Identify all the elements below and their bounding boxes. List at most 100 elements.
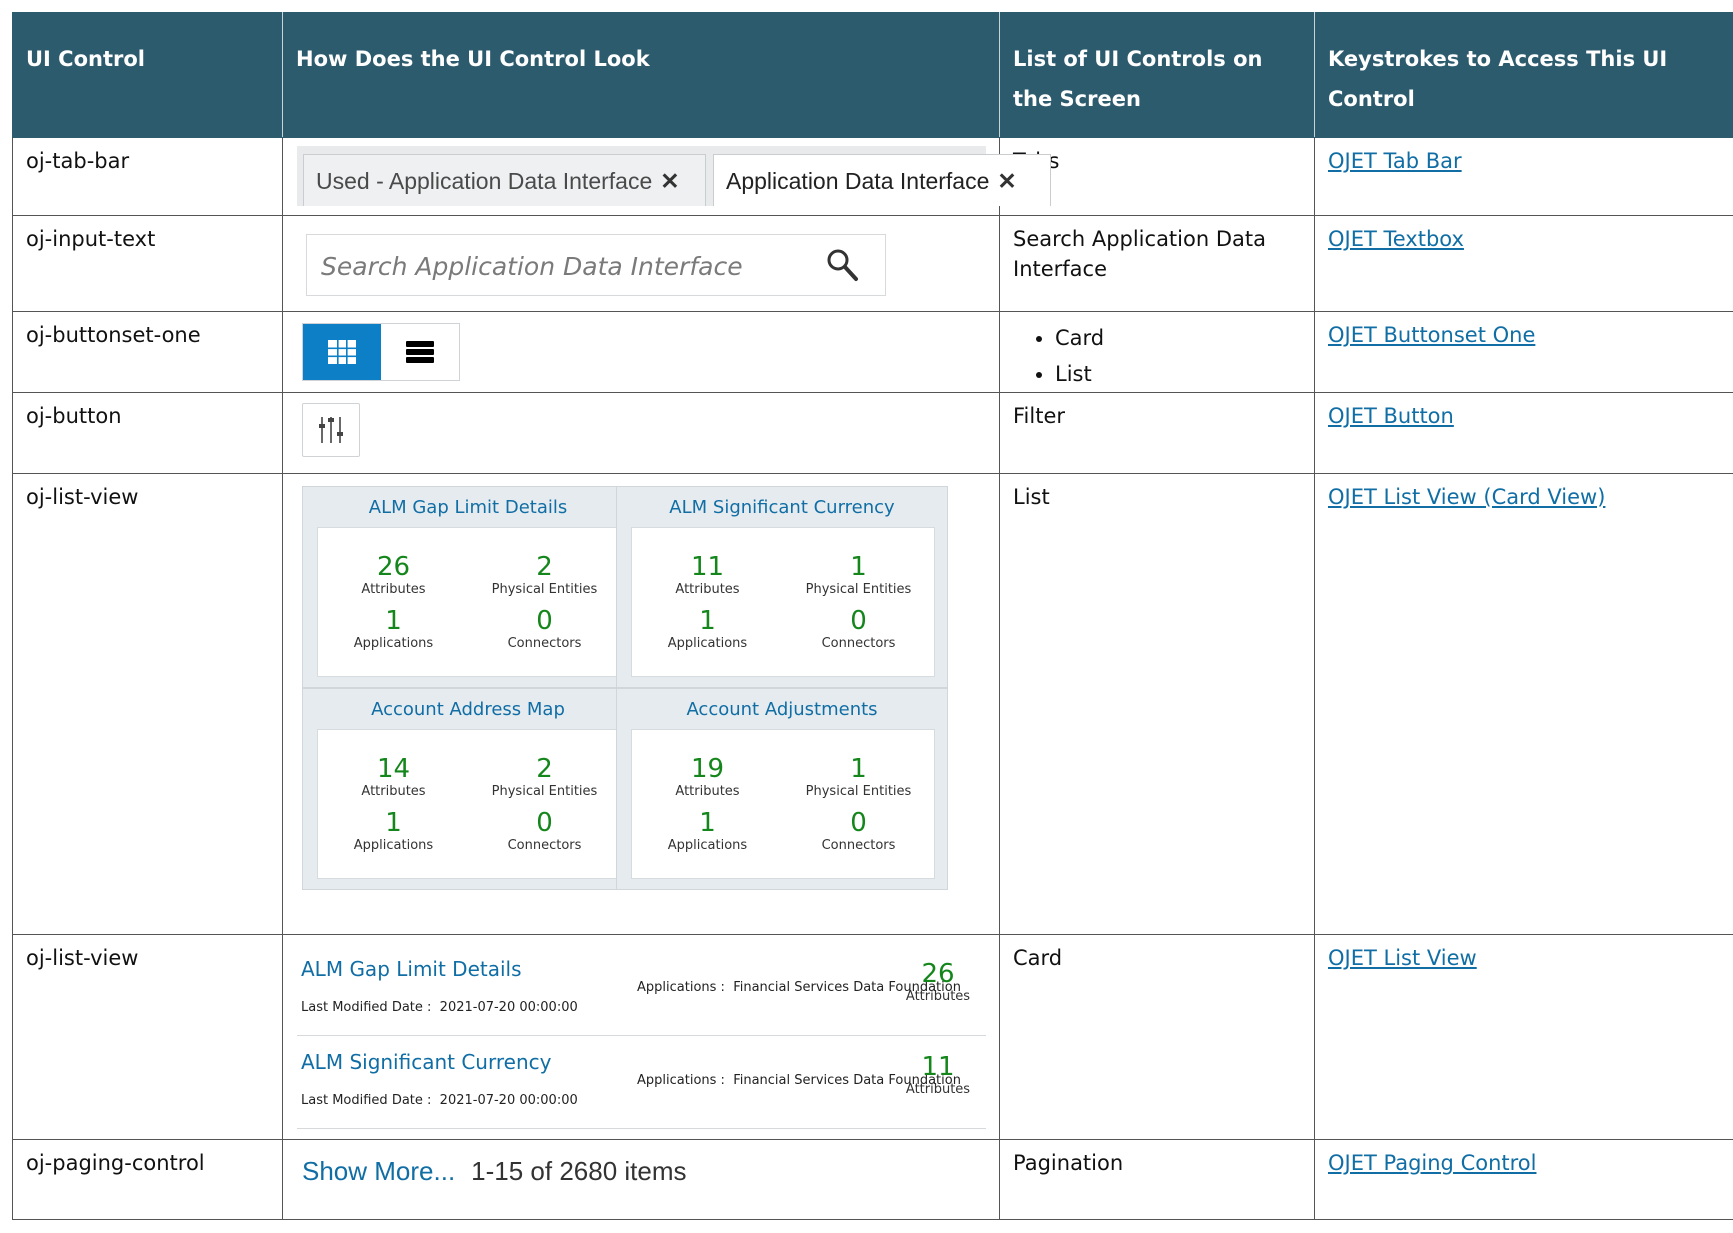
- link-ojet-list-view-card-view[interactable]: OJET List View (Card View): [1328, 485, 1605, 509]
- control-name: oj-list-view: [12, 934, 283, 1140]
- table-row: oj-list-view ALM Gap Limit Details Last …: [12, 934, 1733, 1140]
- look-cell: [282, 392, 1000, 474]
- card-stat-applications: 1 Applications: [667, 606, 748, 651]
- list-cell: Pagination: [999, 1139, 1315, 1220]
- card-stat-attributes: 14 Attributes: [361, 754, 426, 799]
- show-more-link[interactable]: Show More...: [302, 1156, 455, 1186]
- table-row: oj-button Filter OJET Button: [12, 392, 1733, 474]
- look-cell: [282, 215, 1000, 312]
- table-row: oj-list-view ALM Gap Limit Details 26 Attr…: [12, 473, 1733, 935]
- card-stat-applications: 1 Applications: [353, 808, 434, 853]
- card-view-button[interactable]: [303, 324, 381, 380]
- list-cell: Card: [999, 934, 1315, 1140]
- header-look: How Does the UI Control Look: [282, 12, 1000, 138]
- look-cell: [282, 311, 1000, 393]
- tab-label: Used - Application Data Interface: [316, 168, 653, 194]
- list-item: Card: [1055, 320, 1301, 356]
- card-stat-applications: 1 Applications: [353, 606, 434, 651]
- card-item[interactable]: ALM Significant Currency 11 Attributes 1 Phy…: [616, 486, 948, 688]
- card-title[interactable]: Account Adjustments: [617, 699, 947, 721]
- card-title[interactable]: Account Address Map: [303, 699, 633, 721]
- card-stat-connectors: 0 Connectors: [821, 606, 896, 651]
- control-name: oj-buttonset-one: [12, 311, 283, 393]
- buttonset: [302, 323, 460, 381]
- table-row: oj-buttonset-one • Card • List OJET Butt…: [12, 311, 1733, 393]
- card-item[interactable]: ALM Gap Limit Details 26 Attributes 2 Physic…: [302, 486, 634, 688]
- item-name[interactable]: ALM Gap Limit Details: [301, 957, 522, 981]
- card-stat-attributes: 26 Attributes: [361, 552, 426, 597]
- card-body: 14 Attributes 2 Physical Entities 1 Applicati…: [317, 729, 621, 879]
- look-cell: Used - Application Data Interface ✕ Appli…: [282, 137, 1051, 216]
- header-list: List of UI Controls on the Screen: [999, 12, 1315, 138]
- item-date: Last Modified Date : 2021-07-20 00:00:00: [301, 1000, 578, 1015]
- look-cell: Show More... 1-15 of 2680 items: [282, 1139, 1000, 1220]
- control-name: oj-tab-bar: [12, 137, 283, 216]
- card-stat-connectors: 0 Connectors: [821, 808, 896, 853]
- list-cell: Search Application Data Interface: [999, 215, 1315, 312]
- table-row: oj-tab-bar Used - Application Data Inter…: [12, 137, 1733, 216]
- link-ojet-textbox[interactable]: OJET Textbox: [1328, 227, 1464, 251]
- table-row: oj-paging-control Show More... 1-15 of 26…: [12, 1139, 1733, 1220]
- ui-controls-table: UI Control How Does the UI Control Look …: [12, 12, 1733, 1220]
- card-stat-physical-entities: 2 Physical Entities: [491, 552, 598, 597]
- paging-control: Show More... 1-15 of 2680 items: [302, 1154, 999, 1188]
- card-item[interactable]: Account Address Map 14 Attributes 2 Physical…: [302, 688, 634, 890]
- sliders-icon: [319, 417, 343, 443]
- control-name: oj-paging-control: [12, 1139, 283, 1220]
- link-ojet-tab-bar[interactable]: OJET Tab Bar: [1328, 149, 1462, 173]
- tab-label: Application Data Interface: [726, 168, 990, 194]
- card-item[interactable]: Account Adjustments 19 Attributes 1 Physical…: [616, 688, 948, 890]
- control-name: oj-input-text: [12, 215, 283, 312]
- bullet-list: Card List: [1013, 320, 1301, 392]
- link-ojet-paging-control[interactable]: OJET Paging Control: [1328, 1151, 1536, 1175]
- close-icon[interactable]: ✕: [997, 168, 1016, 194]
- card-stat-physical-entities: 1 Physical Entities: [805, 552, 912, 597]
- grid-icon: [328, 340, 356, 364]
- close-icon[interactable]: ✕: [660, 168, 679, 194]
- filter-button[interactable]: [302, 403, 360, 457]
- search-icon[interactable]: [825, 247, 859, 283]
- item-date: Last Modified Date : 2021-07-20 00:00:00: [301, 1093, 578, 1108]
- card-stat-attributes: 11 Attributes: [675, 552, 740, 597]
- table-row: oj-input-text Search Application Data In…: [12, 215, 1733, 312]
- list-view: ALM Gap Limit Details Last Modified Date…: [297, 943, 986, 1129]
- card-title[interactable]: ALM Significant Currency: [617, 497, 947, 519]
- card-body: 19 Attributes 1 Physical Entities 1 Applicati…: [631, 729, 935, 879]
- list-item[interactable]: ALM Gap Limit Details Last Modified Date…: [297, 943, 986, 1036]
- tab-used-application-data-interface[interactable]: Used - Application Data Interface ✕: [303, 154, 706, 206]
- card-stat-attributes: 19 Attributes: [675, 754, 740, 799]
- card-list-view: ALM Gap Limit Details 26 Attributes 2 Physic…: [283, 474, 999, 934]
- item-attribute-count: 26 Attributes: [905, 959, 971, 1004]
- link-ojet-button[interactable]: OJET Button: [1328, 404, 1454, 428]
- list-view-button[interactable]: [381, 324, 459, 380]
- look-cell: ALM Gap Limit Details 26 Attributes 2 Physic…: [282, 473, 1000, 935]
- item-attribute-count: 11 Attributes: [905, 1052, 971, 1097]
- paging-info: 1-15 of 2680 items: [471, 1156, 687, 1186]
- card-stat-physical-entities: 1 Physical Entities: [805, 754, 912, 799]
- tab-bar: Used - Application Data Interface ✕ Appli…: [297, 146, 1051, 206]
- list-item: List: [1055, 356, 1301, 392]
- header-row: UI Control How Does the UI Control Look …: [12, 12, 1733, 138]
- card-stat-connectors: 0 Connectors: [507, 808, 582, 853]
- item-name[interactable]: ALM Significant Currency: [301, 1050, 551, 1074]
- card-stat-physical-entities: 2 Physical Entities: [491, 754, 598, 799]
- look-cell: ALM Gap Limit Details Last Modified Date…: [282, 934, 1000, 1140]
- card-stat-connectors: 0 Connectors: [507, 606, 582, 651]
- header-keystrokes: Keystrokes to Access This UI Control: [1314, 12, 1733, 138]
- list-cell: List: [999, 473, 1315, 935]
- link-ojet-list-view[interactable]: OJET List View: [1328, 946, 1477, 970]
- list-cell: Filter: [999, 392, 1315, 474]
- search-box: [306, 234, 886, 296]
- card-title[interactable]: ALM Gap Limit Details: [303, 497, 633, 519]
- card-stat-applications: 1 Applications: [667, 808, 748, 853]
- link-ojet-buttonset-one[interactable]: OJET Buttonset One: [1328, 323, 1535, 347]
- card-body: 26 Attributes 2 Physical Entities 1 Applicati…: [317, 527, 621, 677]
- tab-application-data-interface[interactable]: Application Data Interface ✕: [713, 154, 1051, 206]
- search-input[interactable]: [319, 247, 803, 285]
- control-name: oj-list-view: [12, 473, 283, 935]
- list-item[interactable]: ALM Significant Currency Last Modified D…: [297, 1036, 986, 1129]
- list-cell: Card List: [999, 311, 1315, 393]
- control-name: oj-button: [12, 392, 283, 474]
- list-icon: [406, 341, 434, 363]
- card-body: 11 Attributes 1 Physical Entities 1 Applicati…: [631, 527, 935, 677]
